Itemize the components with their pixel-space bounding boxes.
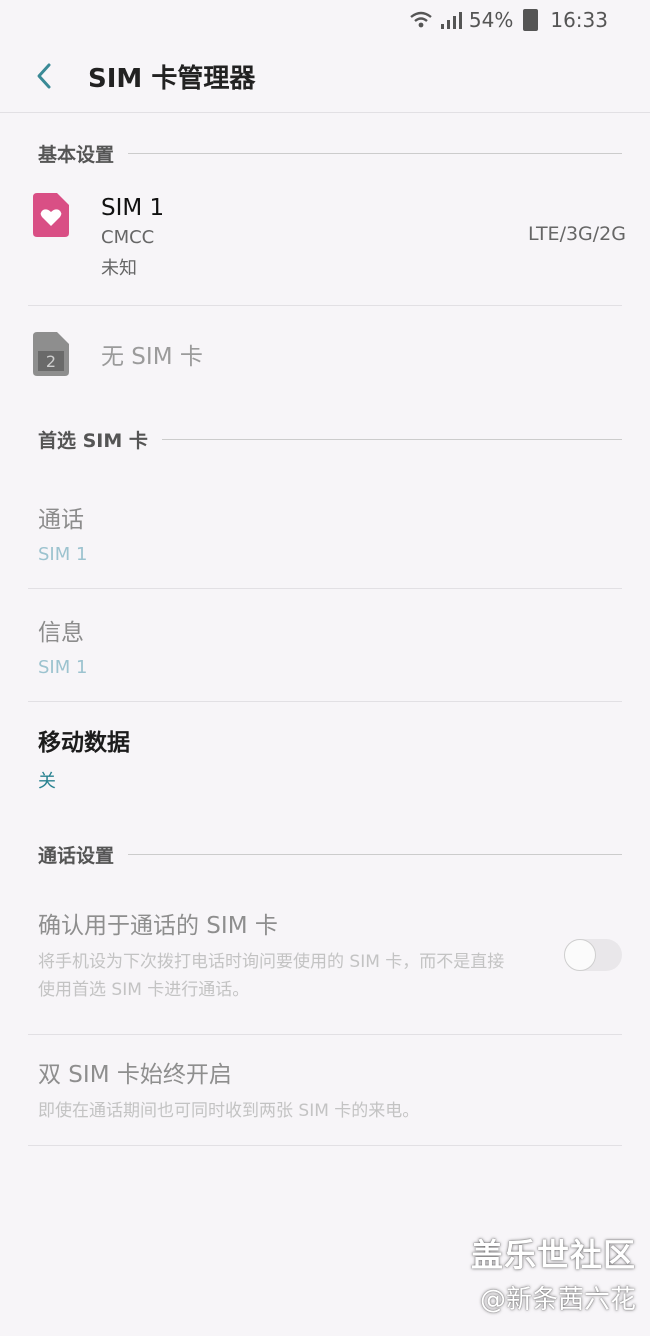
sim1-name: SIM 1 bbox=[101, 195, 165, 221]
status-bar: 54% 16:33 bbox=[0, 0, 650, 40]
section-basic: 基本设置 bbox=[0, 113, 650, 193]
pref-message-value: SIM 1 bbox=[38, 656, 88, 678]
battery-icon bbox=[523, 9, 539, 31]
divider bbox=[28, 1145, 622, 1146]
page-title: SIM 卡管理器 bbox=[88, 63, 256, 94]
confirm-sim-texts: 确认用于通话的 SIM 卡 将手机设为下次拨打电话时询问要使用的 SIM 卡，而… bbox=[38, 906, 564, 1004]
sim2-item: 2 无 SIM 卡 bbox=[0, 306, 650, 402]
signal-icon bbox=[440, 12, 462, 29]
sim1-carrier: CMCC bbox=[101, 227, 155, 248]
sim1-item[interactable]: SIM 1 CMCC 未知 LTE/3G/2G bbox=[0, 193, 650, 305]
pref-mobile-data-title: 移动数据 bbox=[38, 730, 130, 756]
confirm-sim-description: 将手机设为下次拨打电话时询问要使用的 SIM 卡，而不是直接使用首选 SIM 卡… bbox=[38, 952, 505, 1000]
wifi-icon bbox=[410, 11, 432, 28]
dual-sim-item[interactable]: 双 SIM 卡始终开启 即使在通话期间也可同时收到两张 SIM 卡的来电。 bbox=[0, 1035, 650, 1145]
sim1-texts: SIM 1 CMCC 未知 bbox=[101, 193, 164, 280]
app-bar: SIM 卡管理器 bbox=[0, 40, 650, 113]
pref-message-title: 信息 bbox=[38, 619, 84, 646]
confirm-sim-title: 确认用于通话的 SIM 卡 bbox=[38, 913, 278, 939]
section-divider bbox=[128, 853, 622, 855]
pref-call-item[interactable]: 通话 SIM 1 bbox=[0, 476, 650, 588]
back-button[interactable] bbox=[0, 40, 88, 112]
sim-card-icon bbox=[33, 193, 69, 237]
sim1-network: LTE/3G/2G bbox=[527, 223, 626, 245]
confirm-sim-item[interactable]: 确认用于通话的 SIM 卡 将手机设为下次拨打电话时询问要使用的 SIM 卡，而… bbox=[0, 894, 650, 1016]
dual-sim-texts: 双 SIM 卡始终开启 即使在通话期间也可同时收到两张 SIM 卡的来电。 bbox=[38, 1055, 622, 1125]
section-call-settings: 通话设置 bbox=[0, 814, 650, 894]
section-call-settings-label: 通话设置 bbox=[38, 844, 115, 867]
section-divider bbox=[128, 152, 622, 154]
section-basic-label: 基本设置 bbox=[38, 143, 115, 166]
dual-sim-title: 双 SIM 卡始终开启 bbox=[38, 1062, 232, 1088]
chevron-left-icon bbox=[37, 63, 51, 89]
confirm-sim-toggle[interactable] bbox=[564, 939, 622, 971]
watermark-handle: @新条茜六花 bbox=[479, 1285, 636, 1315]
section-preferred-label: 首选 SIM 卡 bbox=[38, 429, 148, 452]
sim1-status: 未知 bbox=[101, 258, 137, 279]
battery-percent: 54% bbox=[468, 8, 514, 32]
pref-call-title: 通话 bbox=[38, 506, 84, 533]
section-divider bbox=[161, 438, 622, 440]
sim2-badge: 2 bbox=[46, 352, 56, 371]
pref-call-value: SIM 1 bbox=[38, 543, 88, 565]
dual-sim-description: 即使在通话期间也可同时收到两张 SIM 卡的来电。 bbox=[38, 1101, 420, 1121]
pref-mobile-data-item[interactable]: 移动数据 关 bbox=[0, 702, 650, 814]
section-preferred: 首选 SIM 卡 bbox=[0, 402, 650, 476]
toggle-knob bbox=[564, 939, 596, 971]
sim-card-2-icon: 2 bbox=[33, 332, 69, 376]
pref-mobile-data-value: 关 bbox=[38, 771, 56, 792]
clock: 16:33 bbox=[550, 8, 608, 32]
pref-message-item[interactable]: 信息 SIM 1 bbox=[0, 589, 650, 701]
watermark-title: 盖乐世社区 bbox=[470, 1236, 636, 1274]
sim2-label: 无 SIM 卡 bbox=[101, 344, 203, 370]
